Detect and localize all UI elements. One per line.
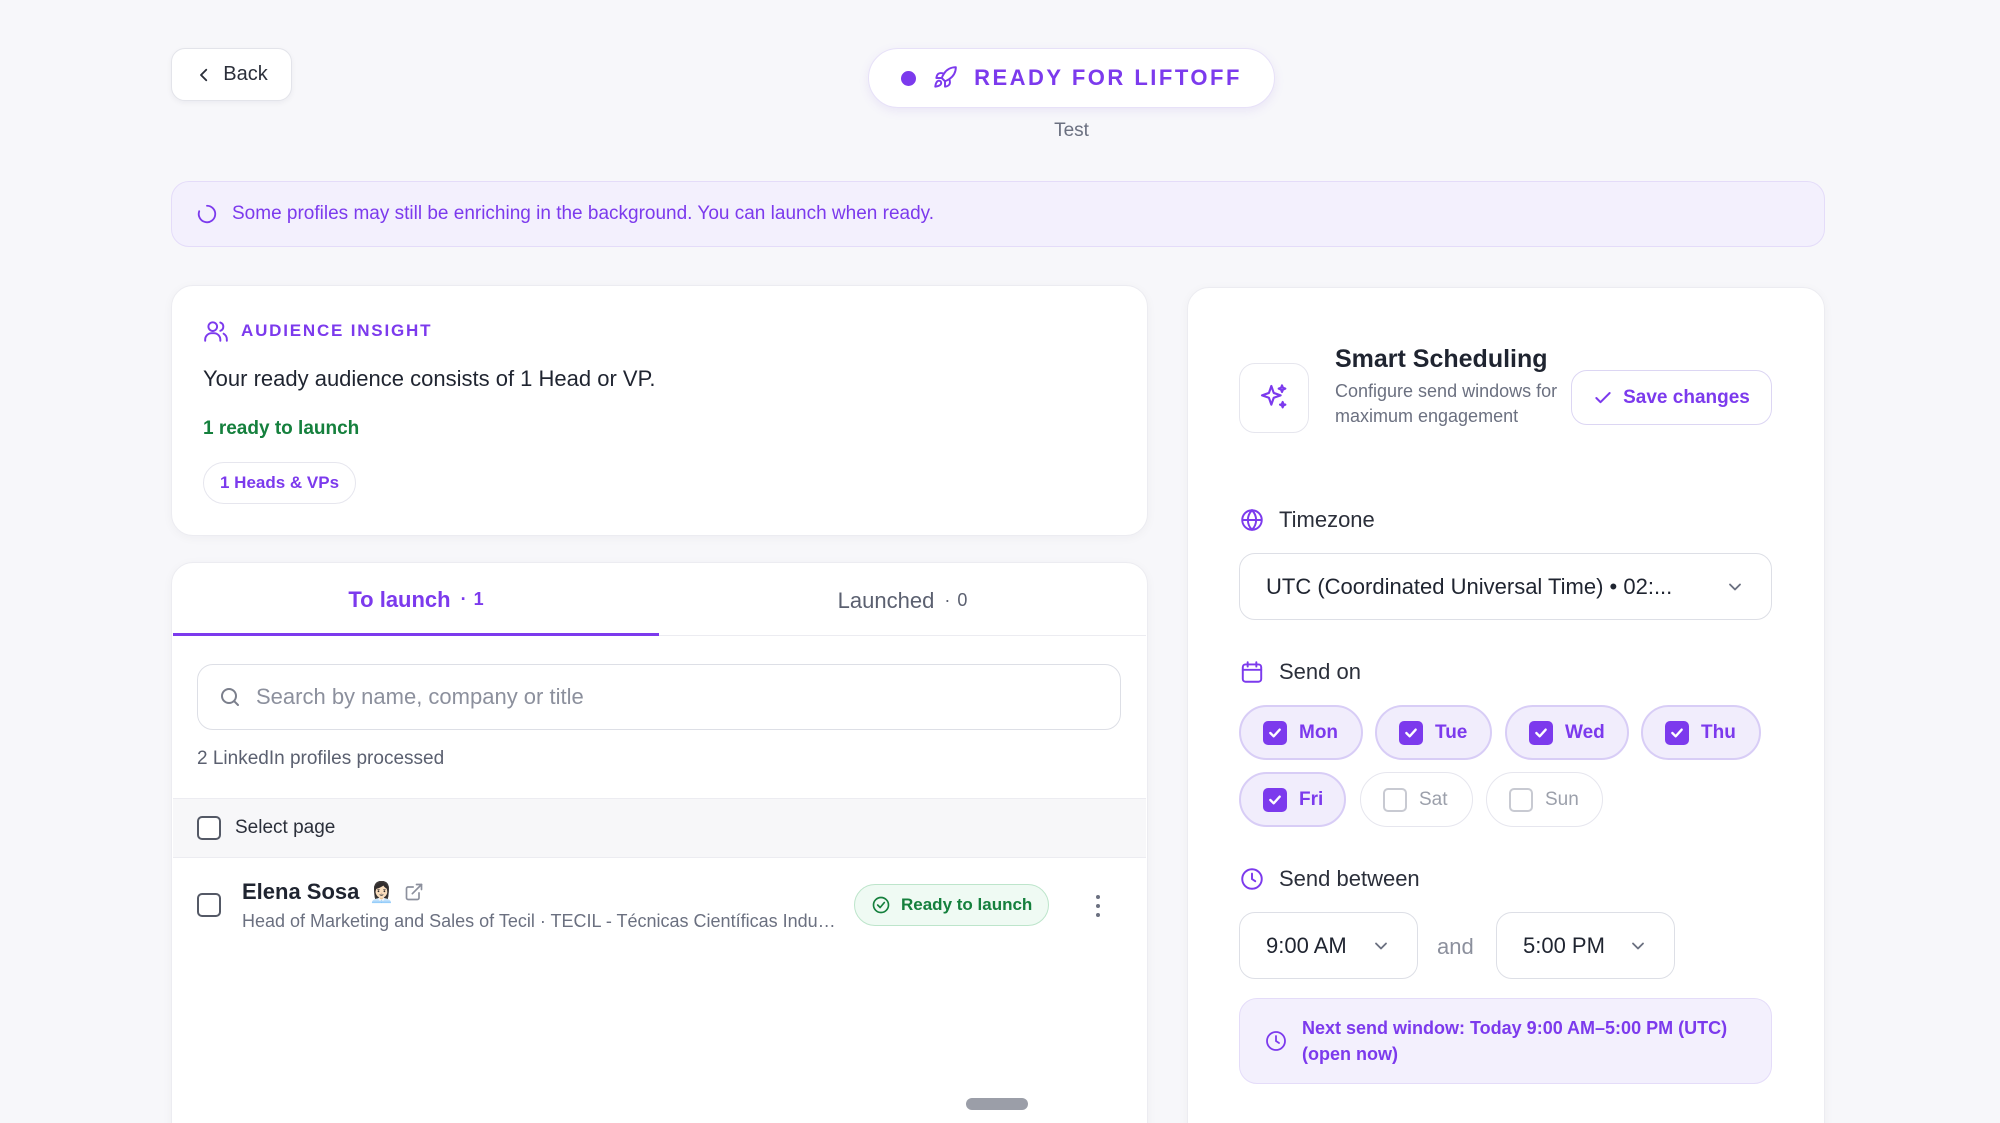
prospect-name-line: Elena Sosa 👩🏻‍💼 — [242, 879, 424, 905]
chevron-down-icon — [1628, 936, 1648, 956]
rocket-icon — [932, 65, 958, 91]
prospect-name[interactable]: Elena Sosa — [242, 879, 359, 905]
clock-icon — [1239, 866, 1265, 892]
day-toggle-sat[interactable]: Sat — [1360, 772, 1473, 827]
tab-to-launch[interactable]: To launch · 1 — [173, 566, 659, 636]
scheduling-title: Smart Scheduling — [1335, 345, 1548, 373]
send-between-label: Send between — [1279, 866, 1420, 891]
next-send-window-notice: Next send window: Today 9:00 AM–5:00 PM … — [1239, 998, 1772, 1084]
segment-chip[interactable]: 1 Heads & VPs — [203, 462, 357, 504]
back-label: Back — [223, 63, 268, 85]
campaign-status-pill: READY FOR LIFTOFF — [868, 48, 1275, 108]
day-toggle-tue[interactable]: Tue — [1375, 705, 1492, 760]
back-button[interactable]: Back — [171, 48, 292, 101]
search-input[interactable] — [256, 684, 1076, 710]
checked-checkbox-icon — [1529, 720, 1553, 745]
tab-launched[interactable]: Launched · 0 — [659, 566, 1146, 636]
status-label: READY FOR LIFTOFF — [974, 65, 1242, 90]
day-label: Thu — [1701, 721, 1736, 743]
scheduling-subtitle: Configure send windows for maximum engag… — [1335, 381, 1558, 426]
send-between-label-row: Send between — [1239, 866, 1420, 892]
day-label: Sun — [1545, 788, 1579, 810]
select-page-row: Select page — [173, 798, 1146, 858]
save-changes-label: Save changes — [1623, 386, 1750, 408]
clock-icon — [1264, 1029, 1288, 1053]
campaign-name: Test — [1054, 120, 1089, 141]
enrichment-banner: Some profiles may still be enriching in … — [171, 181, 1825, 247]
end-time-value: 5:00 PM — [1523, 932, 1605, 958]
end-time-select[interactable]: 5:00 PM — [1496, 912, 1675, 979]
chevron-left-icon — [195, 66, 213, 84]
timezone-select[interactable]: UTC (Coordinated Universal Time) • 02:..… — [1239, 553, 1772, 620]
select-page-checkbox[interactable] — [197, 816, 221, 840]
day-label: Sat — [1419, 788, 1448, 810]
tab-count: · 1 — [460, 589, 484, 609]
day-label: Mon — [1299, 721, 1339, 743]
timezone-label: Timezone — [1279, 507, 1375, 532]
and-label: and — [1437, 934, 1474, 959]
day-label: Wed — [1565, 721, 1605, 743]
processed-count: 2 LinkedIn profiles processed — [197, 748, 445, 769]
day-toggle-fri[interactable]: Fri — [1239, 772, 1346, 827]
next-send-window-text: Next send window: Today 9:00 AM–5:00 PM … — [1302, 1018, 1728, 1064]
status-badge: Ready to launch — [854, 884, 1050, 926]
prospect-title: Head of Marketing and Sales of Tecil · T… — [242, 911, 838, 931]
day-label: Fri — [1299, 788, 1324, 810]
tab-label: To launch — [348, 586, 451, 612]
sparkles-icon — [1258, 382, 1290, 414]
tab-label: Launched — [837, 587, 935, 613]
insight-header: AUDIENCE INSIGHT — [203, 318, 432, 344]
start-time-value: 9:00 AM — [1266, 932, 1347, 958]
checked-checkbox-icon — [1263, 787, 1287, 812]
chevron-down-icon — [1371, 936, 1391, 956]
banner-text: Some profiles may still be enriching in … — [232, 203, 935, 224]
sparkles-icon-box — [1239, 363, 1309, 433]
unchecked-checkbox-icon — [1383, 787, 1407, 812]
timezone-label-row: Timezone — [1239, 507, 1375, 533]
scroll-handle[interactable] — [966, 1098, 1028, 1110]
ready-count: 1 ready to launch — [203, 418, 360, 439]
globe-icon — [1239, 507, 1265, 533]
checked-checkbox-icon — [1263, 720, 1287, 745]
search-icon — [218, 685, 242, 709]
row-checkbox[interactable] — [197, 893, 221, 917]
save-changes-button[interactable]: Save changes — [1571, 370, 1772, 425]
tab-count: · 0 — [944, 590, 968, 610]
prospect-emoji: 👩🏻‍💼 — [369, 881, 395, 904]
day-toggle-sun[interactable]: Sun — [1486, 772, 1603, 827]
more-options-icon[interactable] — [1090, 892, 1106, 920]
send-on-label-row: Send on — [1239, 659, 1361, 685]
unchecked-checkbox-icon — [1509, 787, 1533, 812]
start-time-select[interactable]: 9:00 AM — [1239, 912, 1418, 979]
insight-summary: Your ready audience consists of 1 Head o… — [203, 366, 656, 391]
search-field[interactable] — [197, 664, 1121, 730]
users-icon — [203, 318, 229, 344]
status-dot — [901, 70, 917, 86]
day-label: Tue — [1435, 721, 1468, 743]
check-icon — [1593, 388, 1613, 408]
checked-checkbox-icon — [1665, 720, 1689, 745]
timezone-value: UTC (Coordinated Universal Time) • 02:..… — [1266, 573, 1673, 599]
chevron-down-icon — [1725, 577, 1745, 597]
external-link-icon[interactable] — [404, 882, 424, 902]
checked-checkbox-icon — [1399, 720, 1423, 745]
calendar-icon — [1239, 659, 1265, 685]
day-toggle-wed[interactable]: Wed — [1505, 705, 1629, 760]
select-page-label: Select page — [235, 817, 336, 838]
send-on-label: Send on — [1279, 659, 1361, 684]
loading-spinner-icon — [196, 203, 218, 225]
status-badge-label: Ready to launch — [901, 895, 1033, 914]
check-circle-icon — [871, 895, 891, 915]
day-toggle-mon[interactable]: Mon — [1239, 705, 1363, 760]
day-toggle-thu[interactable]: Thu — [1641, 705, 1761, 760]
insight-title: AUDIENCE INSIGHT — [241, 321, 433, 340]
